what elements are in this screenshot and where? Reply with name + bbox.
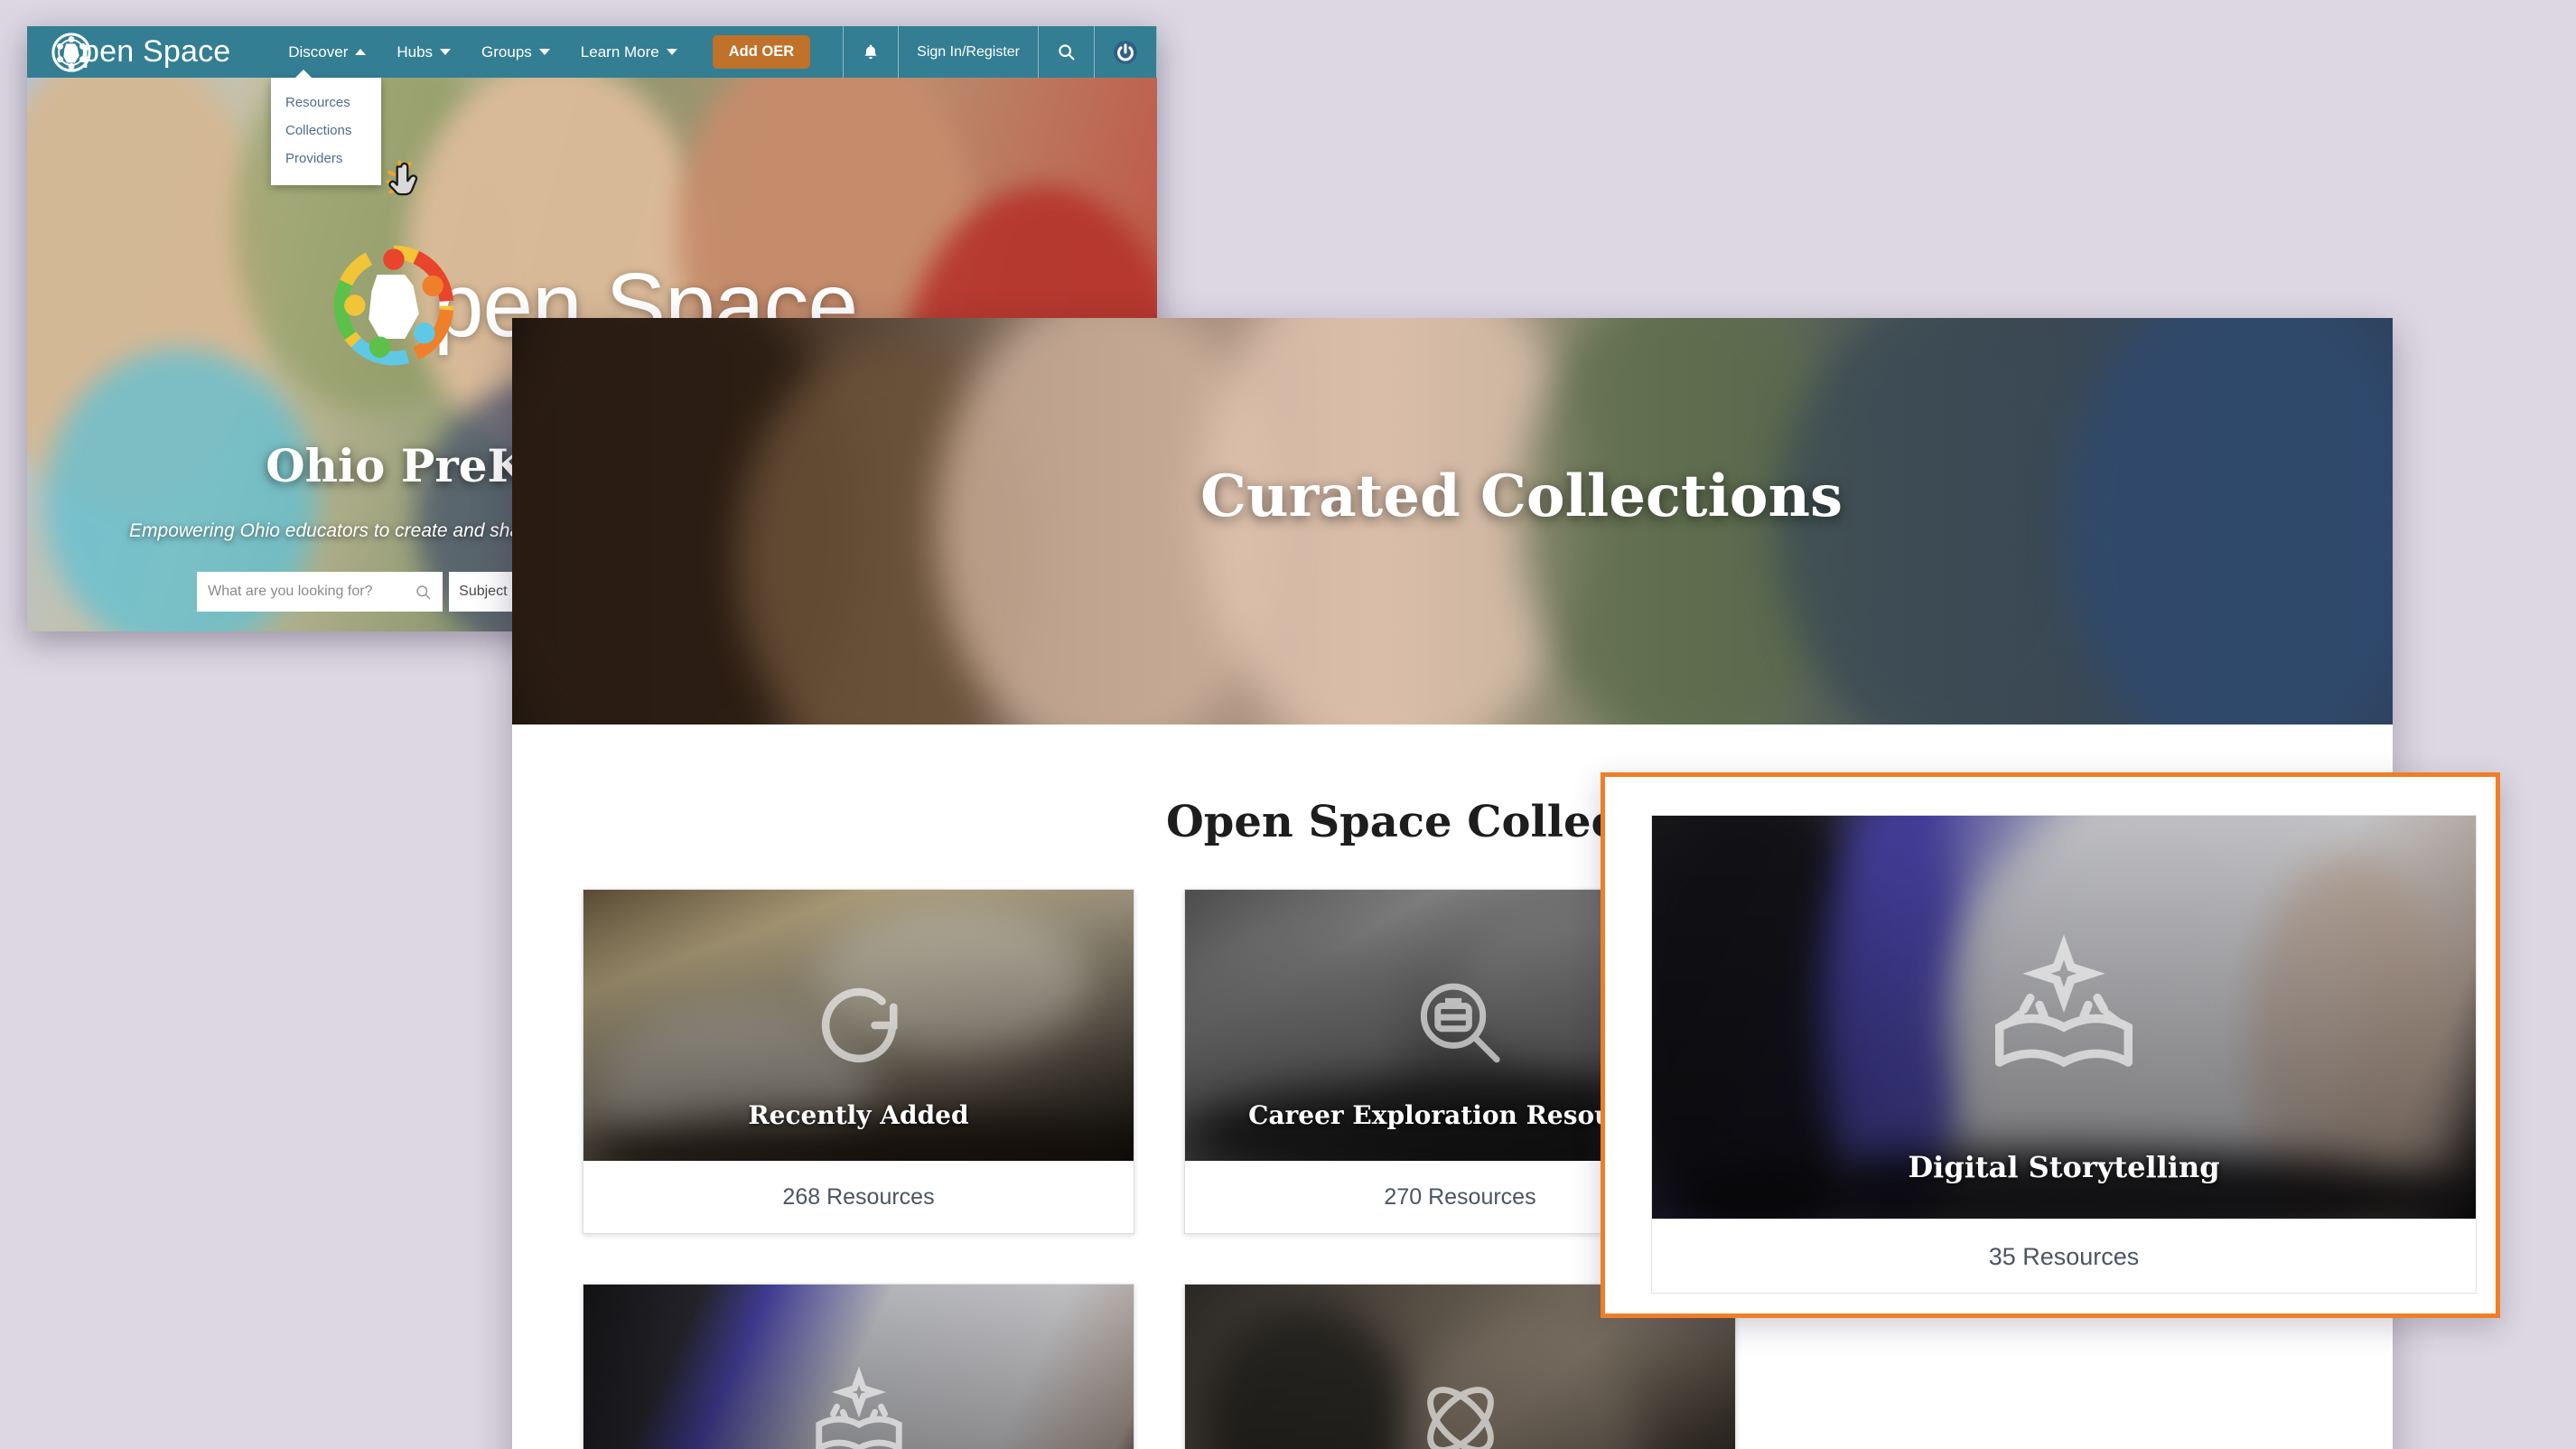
nav-item-discover[interactable]: Discover: [273, 26, 381, 78]
collection-card-image: Digital Storytelling: [1652, 816, 2476, 1219]
book-sparkle-icon: [1995, 934, 2133, 1068]
search-button[interactable]: [1038, 26, 1094, 78]
chevron-down-icon: [440, 49, 452, 55]
openspace-circle-logo-icon: [51, 32, 92, 73]
nav-item-learn-more[interactable]: Learn More: [565, 26, 693, 78]
briefcase-magnifier-icon: [1420, 983, 1500, 1063]
curated-collections-title: Curated Collections: [1200, 463, 1843, 530]
book-sparkle-icon: [815, 1367, 902, 1449]
nav-links: Discover Hubs Groups Learn More: [273, 26, 693, 78]
nav-item-groups[interactable]: Groups: [466, 26, 565, 78]
collection-card-title: Digital Storytelling: [1908, 1150, 2220, 1184]
chevron-down-icon: [666, 49, 677, 55]
collection-card[interactable]: Digital Storytelling 35 Resources: [583, 1284, 1134, 1449]
subject-select-value: Subject: [459, 584, 508, 599]
search-icon: [416, 584, 431, 599]
search-input-placeholder: What are you looking for?: [208, 584, 373, 599]
main-navbar: pen Space Discover Hubs Groups Learn Mor…: [27, 26, 1157, 78]
dropdown-item-providers[interactable]: Providers: [271, 145, 381, 173]
bell-icon: [864, 44, 877, 59]
nav-right-group: Sign In/Register: [843, 26, 1157, 78]
sign-in-register-link[interactable]: Sign In/Register: [898, 26, 1038, 78]
search-icon: [1059, 44, 1075, 61]
collection-card-image: Digital Storytelling: [583, 1285, 1134, 1449]
add-oer-button[interactable]: Add OER: [712, 35, 811, 69]
dropdown-item-collections[interactable]: Collections: [271, 117, 381, 145]
curated-collections-banner: Curated Collections: [512, 318, 2393, 724]
steam-atom-icon: [1426, 1387, 1494, 1449]
collection-card-count: 268 Resources: [583, 1161, 1134, 1233]
dropdown-item-resources[interactable]: Resources: [271, 89, 381, 117]
power-icon: [1114, 40, 1137, 64]
nav-item-hubs[interactable]: Hubs: [381, 26, 466, 78]
search-input[interactable]: What are you looking for?: [197, 572, 443, 612]
discover-dropdown-menu: Resources Collections Providers: [271, 70, 381, 185]
collection-card[interactable]: Recently Added 268 Resources: [583, 889, 1134, 1234]
power-button[interactable]: [1094, 26, 1157, 78]
chevron-up-icon: [355, 49, 367, 55]
nav-item-label: Hubs: [397, 42, 434, 61]
collection-card-image: Recently Added: [583, 890, 1134, 1161]
nav-item-label: Learn More: [580, 42, 659, 61]
highlighted-collection-overlay: Digital Storytelling 35 Resources: [1601, 772, 2500, 1318]
notifications-button[interactable]: [843, 26, 898, 78]
openspace-circle-logo-icon: [327, 238, 461, 372]
nav-item-label: Discover: [288, 42, 349, 61]
refresh-circle-icon: [821, 987, 898, 1063]
screen-root: Curated Collections Open Space Collectio…: [0, 0, 2576, 1449]
nav-item-label: Groups: [481, 42, 532, 61]
brand-logo-link[interactable]: pen Space: [27, 32, 273, 73]
collection-card-count: 35 Resources: [1988, 1242, 2140, 1270]
collection-card[interactable]: Digital Storytelling 35 Resources: [1651, 815, 2477, 1294]
chevron-down-icon: [538, 49, 550, 55]
pointer-click-icon: [386, 160, 418, 196]
collection-card-title: Recently Added: [748, 1100, 969, 1130]
brand-name: pen Space: [82, 34, 231, 69]
